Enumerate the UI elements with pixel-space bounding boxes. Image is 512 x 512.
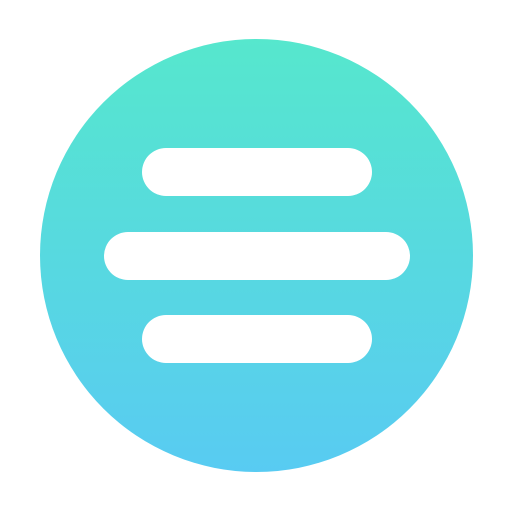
menu-line-bottom [142,315,372,363]
menu-line-top [142,148,372,196]
icon-canvas [0,0,512,512]
menu-line-middle [104,232,410,280]
menu-icon[interactable] [40,39,473,472]
